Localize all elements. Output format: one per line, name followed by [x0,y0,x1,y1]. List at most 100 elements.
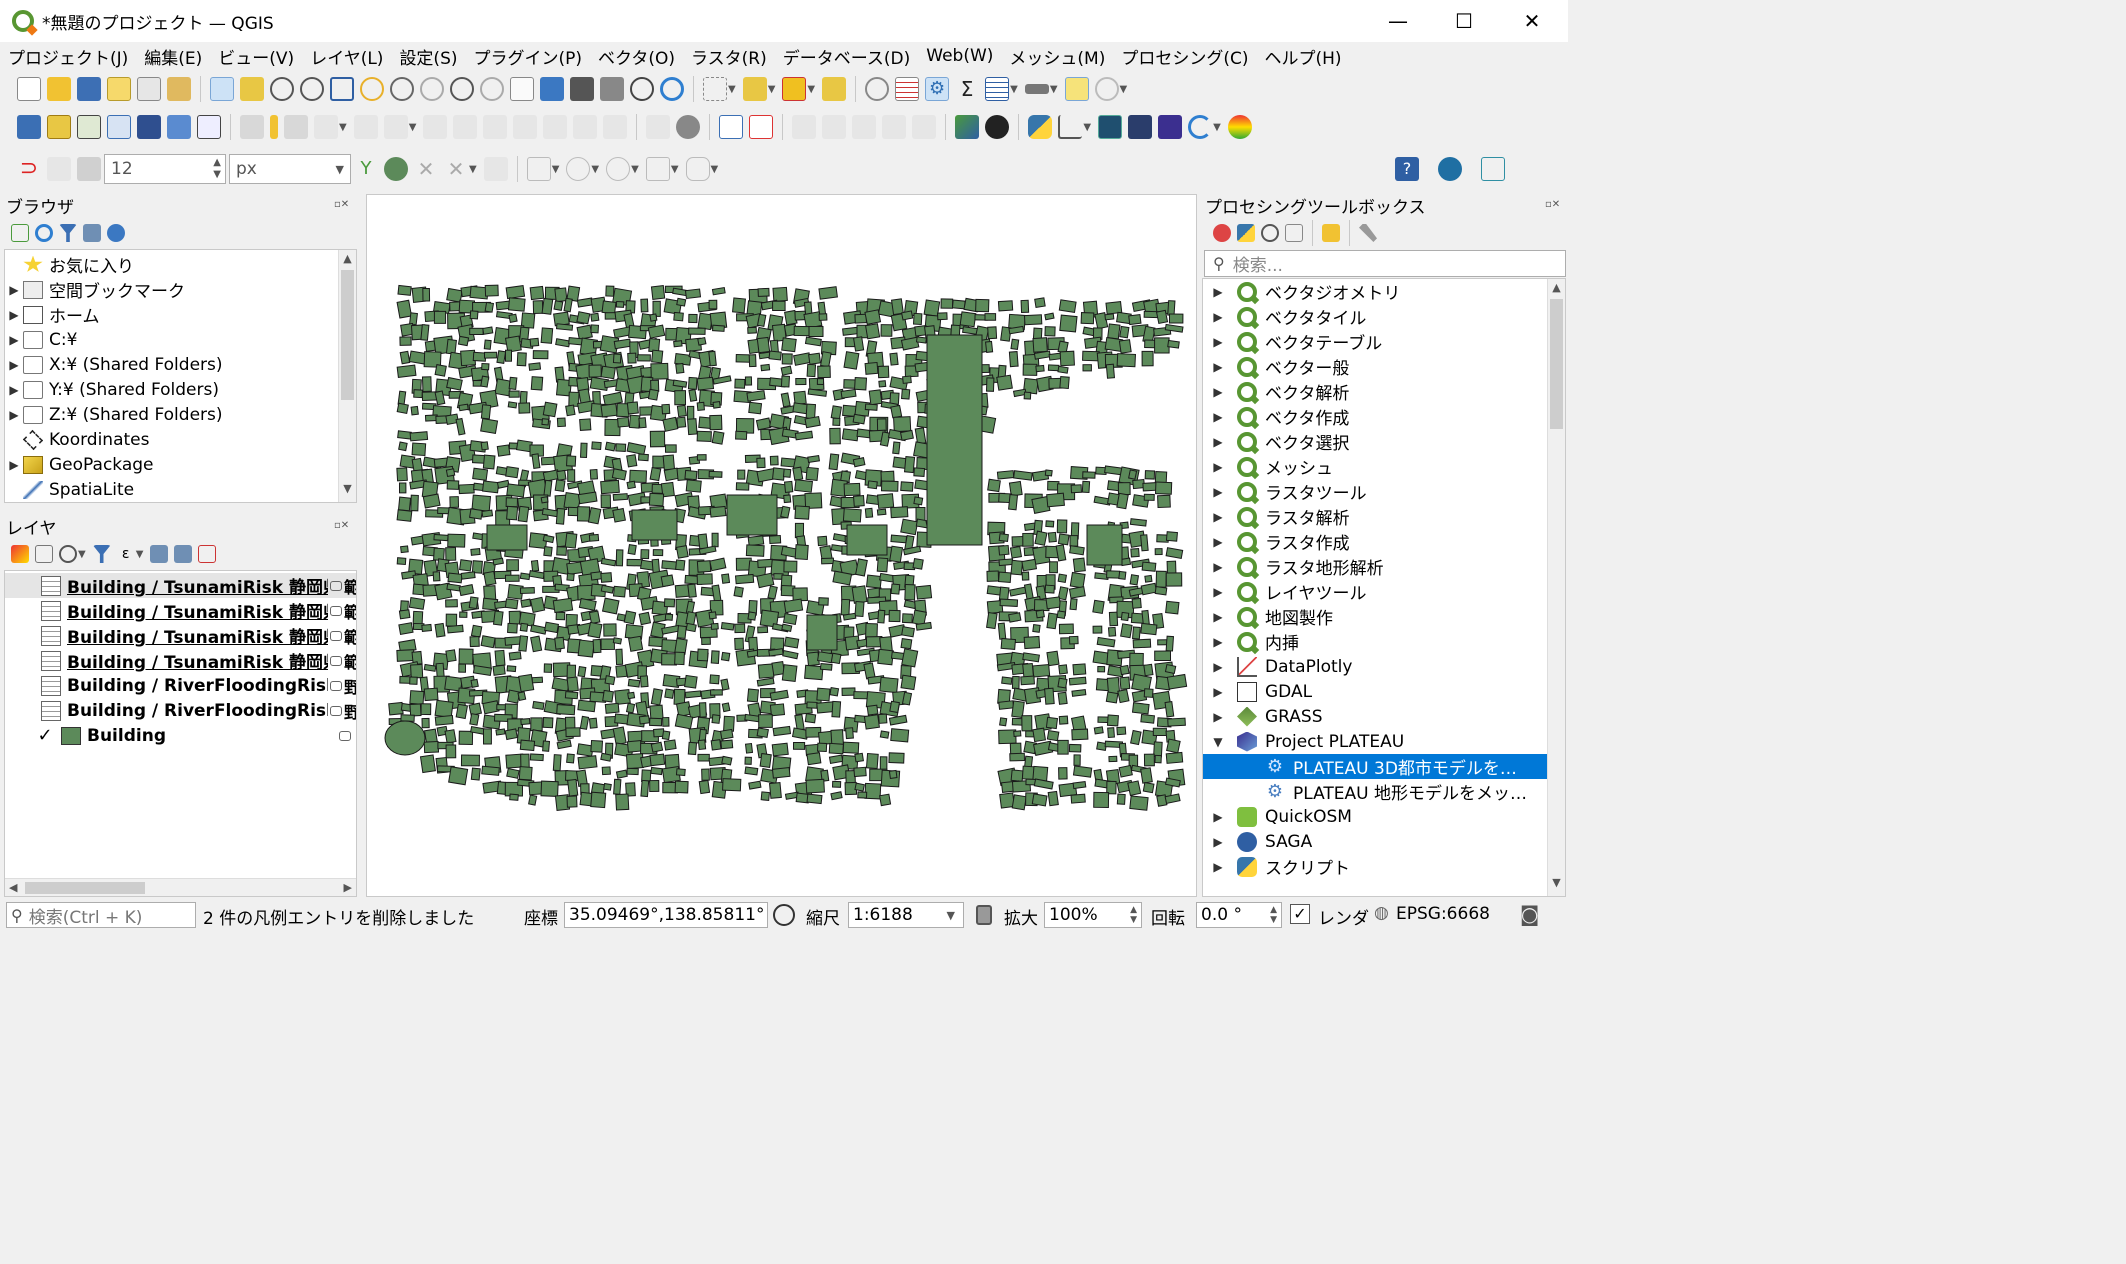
building-footprint[interactable] [637,354,651,362]
building-footprint[interactable] [1070,484,1082,494]
building-footprint[interactable] [688,313,698,324]
building-footprint[interactable] [469,713,480,726]
building-footprint[interactable] [722,778,742,792]
building-footprint[interactable] [854,376,868,391]
add-rectangle-icon[interactable] [645,157,670,181]
scroll-left-icon[interactable]: ◀ [9,881,17,894]
building-footprint[interactable] [817,365,831,379]
building-footprint[interactable] [604,675,616,686]
building-footprint[interactable] [675,768,686,777]
new-project-icon[interactable] [17,77,41,101]
building-footprint[interactable] [649,313,658,322]
building-footprint[interactable] [687,741,698,756]
building-footprint[interactable] [612,726,627,746]
building-footprint[interactable] [997,622,1007,640]
building-footprint[interactable] [396,557,407,566]
add-selected-layers-icon[interactable] [11,224,29,242]
browser-scrollbar[interactable]: ▲ ▼ [338,250,356,502]
scroll-right-icon[interactable]: ▶ [344,881,352,894]
building-footprint[interactable] [867,480,878,490]
building-footprint[interactable] [1058,664,1068,675]
building-footprint[interactable] [863,662,876,680]
pin-labels-icon[interactable] [792,115,817,139]
building-footprint[interactable] [589,468,599,480]
building-footprint[interactable] [744,376,753,386]
building-footprint[interactable] [543,479,553,497]
building-footprint[interactable] [1010,338,1020,350]
building-footprint[interactable] [721,573,731,584]
building-footprint[interactable] [889,545,904,563]
building-footprint[interactable] [1032,337,1048,353]
building-footprint[interactable] [1129,795,1149,811]
building-footprint[interactable] [732,297,746,314]
building-footprint[interactable] [483,351,498,359]
building-footprint[interactable] [445,744,457,759]
refresh-browser-icon[interactable] [35,224,53,242]
building-footprint[interactable] [423,687,439,702]
building-footprint[interactable] [795,377,807,386]
building-footprint[interactable] [900,518,919,536]
building-footprint[interactable] [397,284,412,296]
processing-provider[interactable]: ▶ GDAL [1203,679,1547,704]
building-footprint[interactable] [638,417,647,429]
scroll-thumb[interactable] [25,882,145,894]
building-footprint[interactable] [600,752,612,762]
scroll-up-icon[interactable]: ▲ [339,252,356,270]
building-footprint[interactable] [688,327,706,335]
building-footprint[interactable] [1092,625,1103,634]
building-footprint[interactable] [710,739,722,751]
building-footprint[interactable] [843,351,860,370]
building-footprint[interactable] [529,285,545,301]
building-footprint[interactable] [1022,532,1034,547]
building-footprint[interactable] [506,559,519,572]
building-footprint[interactable] [530,635,543,653]
building-footprint[interactable] [509,793,519,801]
building-footprint[interactable] [1165,635,1175,652]
building-footprint[interactable] [701,637,711,646]
building-footprint[interactable] [484,284,499,297]
building-footprint[interactable] [422,287,431,302]
building-footprint[interactable] [460,754,480,767]
building-footprint[interactable] [1032,727,1047,743]
building-footprint[interactable] [626,558,643,567]
zoom-next-icon[interactable] [480,77,504,101]
building-footprint[interactable] [1072,780,1087,790]
building-footprint[interactable] [1058,623,1074,635]
building-footprint[interactable] [688,388,698,402]
new-geopackage-layer-icon[interactable] [47,115,71,139]
save-project-icon[interactable] [77,77,101,101]
building-footprint[interactable] [1059,376,1070,390]
panel-float-close-icon[interactable]: ▫✕ [334,520,349,531]
processing-provider[interactable]: ▶ ベクタ作成 [1203,404,1547,429]
building-footprint[interactable] [638,715,651,725]
plateau-cube-icon[interactable] [1158,115,1183,139]
building-footprint[interactable] [915,621,932,631]
building-footprint[interactable] [1059,314,1078,333]
building-footprint[interactable] [876,557,889,573]
building-footprint[interactable] [816,378,825,385]
building-footprint[interactable] [804,415,821,429]
building-footprint[interactable] [603,623,617,637]
building-footprint[interactable] [1056,610,1066,619]
building-footprint[interactable] [1047,790,1059,807]
building-footprint[interactable] [627,352,637,364]
building-footprint[interactable] [469,310,479,320]
pan-hand-icon[interactable] [210,77,234,101]
redo-icon[interactable] [603,115,628,139]
building-footprint[interactable] [900,674,917,691]
expand-arrow-icon[interactable]: ▶ [5,308,23,322]
building-footprint[interactable] [412,610,424,626]
expand-arrow-icon[interactable]: ▶ [1209,285,1227,299]
building-footprint[interactable] [590,571,603,581]
georeferencer-icon[interactable] [955,115,980,139]
bus-plugin-icon[interactable] [1438,157,1462,181]
building-footprint[interactable] [458,730,474,746]
building-footprint[interactable] [759,752,772,768]
building-footprint[interactable] [623,610,637,625]
building-footprint[interactable] [664,613,674,621]
building-footprint[interactable] [590,312,600,322]
building-footprint[interactable] [504,728,518,741]
panel-float-close-icon[interactable]: ▫✕ [334,199,349,210]
new-temporary-layer-icon[interactable] [167,115,191,139]
building-footprint[interactable] [1157,639,1168,646]
